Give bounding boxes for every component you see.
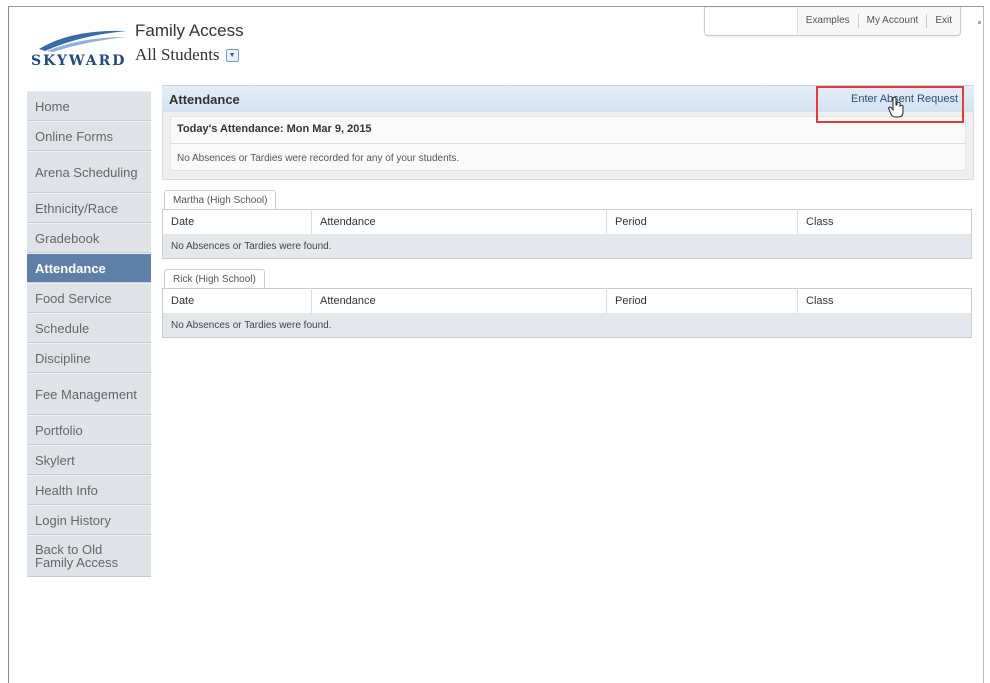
sidebar-item-label: Schedule — [35, 320, 90, 336]
sidebar-item-label: Health Info — [35, 482, 98, 498]
skyward-logo[interactable]: SKYWARD — [31, 25, 131, 73]
column-header-class[interactable]: Class — [797, 209, 972, 234]
sidebar-item-label: Discipline — [35, 350, 91, 366]
sidebar-item-back-to-old-family-access[interactable]: Back to Old Family Access — [27, 535, 151, 577]
student-attendance-section: Martha (High School) Date Attendance Per… — [162, 190, 974, 259]
chevron-down-icon[interactable]: ▼ — [225, 48, 239, 62]
sidebar-item-online-forms[interactable]: Online Forms — [27, 121, 151, 151]
column-header-date[interactable]: Date — [162, 209, 312, 234]
sidebar-item-label: Login History — [35, 512, 111, 528]
top-links-bar: Examples My Account Exit — [703, 7, 961, 36]
sidebar-item-label: Home — [35, 98, 70, 114]
hand-cursor-icon — [887, 96, 904, 118]
student-selector[interactable]: All Students ▼ — [135, 45, 239, 65]
sidebar-item-label: Attendance — [35, 260, 106, 276]
attendance-table: Date Attendance Period Class No Absences… — [162, 209, 972, 259]
todays-attendance-message: No Absences or Tardies were recorded for… — [177, 153, 460, 164]
logo-text: SKYWARD — [31, 53, 127, 69]
sidebar-item-arena-scheduling[interactable]: Arena Scheduling — [27, 151, 151, 193]
table-row: No Absences or Tardies were found. — [162, 234, 972, 259]
sidebar-nav: Home Online Forms Arena Scheduling Ethni… — [27, 91, 151, 577]
browser-frame: SKYWARD Family Access All Students ▼ Exa… — [8, 6, 984, 683]
sidebar-item-label: Skylert — [35, 452, 75, 468]
app-title: Family Access — [135, 21, 244, 40]
table-row: No Absences or Tardies were found. — [162, 313, 972, 338]
todays-attendance-card: Today's Attendance: Mon Mar 9, 2015 No A… — [170, 116, 966, 171]
sidebar-item-skylert[interactable]: Skylert — [27, 445, 151, 475]
column-header-period[interactable]: Period — [606, 209, 798, 234]
my-account-link[interactable]: My Account — [859, 14, 928, 28]
logo-swoosh-icon — [39, 30, 127, 52]
sidebar-item-label: Ethnicity/Race — [35, 200, 119, 216]
enter-absent-request-link[interactable]: Enter Absent Request — [816, 86, 964, 123]
sidebar-item-label: Back to Old Family Access — [35, 542, 119, 570]
sidebar-item-label: Fee Management — [35, 386, 137, 402]
examples-link[interactable]: Examples — [798, 14, 859, 28]
table-header-row: Date Attendance Period Class — [162, 209, 972, 234]
sidebar-item-login-history[interactable]: Login History — [27, 505, 151, 535]
sidebar-item-discipline[interactable]: Discipline — [27, 343, 151, 373]
column-header-attendance[interactable]: Attendance — [311, 288, 607, 313]
exit-link[interactable]: Exit — [927, 14, 960, 28]
student-tab-rick[interactable]: Rick (High School) — [164, 269, 265, 288]
student-selector-label: All Students — [135, 45, 220, 64]
column-header-attendance[interactable]: Attendance — [311, 209, 607, 234]
sidebar-item-attendance[interactable]: Attendance — [27, 253, 151, 283]
table-header-row: Date Attendance Period Class — [162, 288, 972, 313]
page-header: Attendance Enter Absent Request — [162, 85, 974, 123]
sidebar-item-label: Gradebook — [35, 230, 100, 246]
sidebar-item-portfolio[interactable]: Portfolio — [27, 415, 151, 445]
column-header-period[interactable]: Period — [606, 288, 798, 313]
sidebar-item-label: Online Forms — [35, 128, 114, 144]
sidebar-item-label: Food Service — [35, 290, 112, 306]
student-attendance-section: Rick (High School) Date Attendance Perio… — [162, 269, 974, 338]
main-content: Attendance Enter Absent Request Today's … — [162, 85, 974, 338]
sidebar-item-food-service[interactable]: Food Service — [27, 283, 151, 313]
scrollbar[interactable] — [978, 21, 981, 24]
attendance-table: Date Attendance Period Class No Absences… — [162, 288, 972, 338]
sidebar-item-ethnicity-race[interactable]: Ethnicity/Race — [27, 193, 151, 223]
sidebar-item-home[interactable]: Home — [27, 91, 151, 121]
sidebar-item-schedule[interactable]: Schedule — [27, 313, 151, 343]
page-title: Attendance — [169, 91, 240, 107]
sidebar-item-fee-management[interactable]: Fee Management — [27, 373, 151, 415]
sidebar-item-label: Portfolio — [35, 422, 83, 438]
sidebar-item-label: Arena Scheduling — [35, 164, 138, 180]
student-tab-martha[interactable]: Martha (High School) — [164, 190, 277, 209]
sidebar-item-health-info[interactable]: Health Info — [27, 475, 151, 505]
empty-message: No Absences or Tardies were found. — [162, 234, 972, 259]
column-header-date[interactable]: Date — [162, 288, 312, 313]
sidebar-item-gradebook[interactable]: Gradebook — [27, 223, 151, 253]
column-header-class[interactable]: Class — [797, 288, 972, 313]
empty-message: No Absences or Tardies were found. — [162, 313, 972, 338]
search-input[interactable] — [704, 8, 798, 34]
